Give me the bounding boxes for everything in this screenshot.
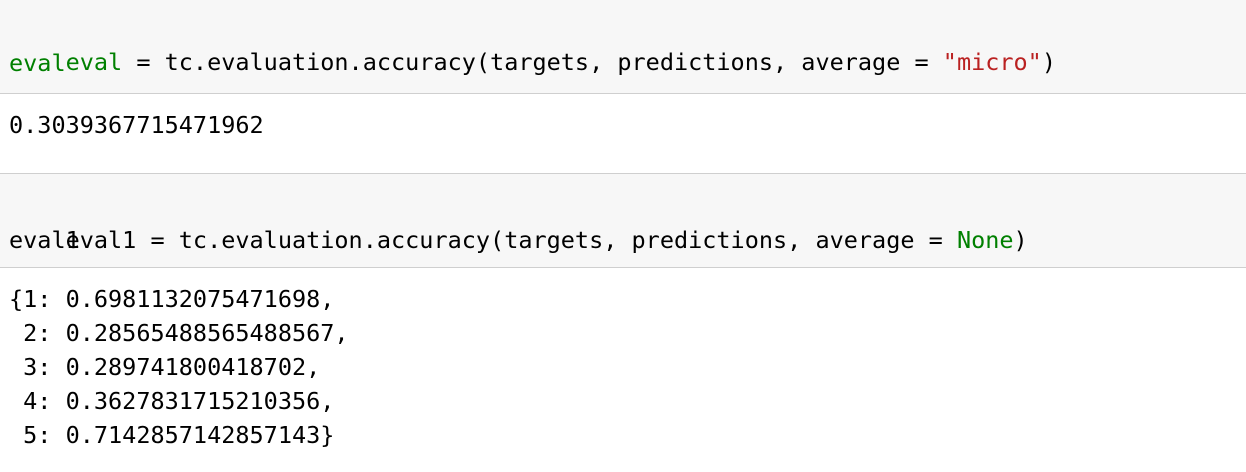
code-line: eval1 (9, 226, 80, 254)
variable-name: eval (65, 48, 123, 76)
code-line: eval (9, 49, 66, 77)
output-line: 3: 0.289741800418702, (9, 353, 321, 381)
code-text: ) (1013, 226, 1028, 254)
code-line: eval1 = tc.evaluation.accuracy(targets, … (9, 189, 1028, 254)
keyword-none: None (956, 226, 1014, 254)
code-text: eval1 = tc.evaluation.accuracy(targets, … (65, 226, 957, 254)
code-text: = tc.evaluation.accuracy(targets, predic… (122, 48, 943, 76)
output-area-2: {1: 0.6981132075471698, 2: 0.28565488565… (0, 268, 1246, 472)
code-text: ) (1041, 48, 1056, 76)
output-line: 5: 0.7142857142857143} (9, 421, 335, 449)
output-line: {1: 0.6981132075471698, (9, 285, 335, 313)
code-line: eval = tc.evaluation.accuracy(targets, p… (9, 11, 1056, 76)
output-line: 4: 0.3627831715210356, (9, 387, 335, 415)
output-area-1: 0.3039367715471962 (0, 94, 1246, 168)
output-line: 2: 0.28565488565488567, (9, 319, 349, 347)
string-literal: "micro" (942, 48, 1042, 76)
output-text: 0.3039367715471962 (9, 111, 264, 139)
code-cell-1[interactable]: eval = tc.evaluation.accuracy(targets, p… (0, 0, 1246, 94)
code-cell-2[interactable]: eval1 = tc.evaluation.accuracy(targets, … (0, 173, 1246, 268)
